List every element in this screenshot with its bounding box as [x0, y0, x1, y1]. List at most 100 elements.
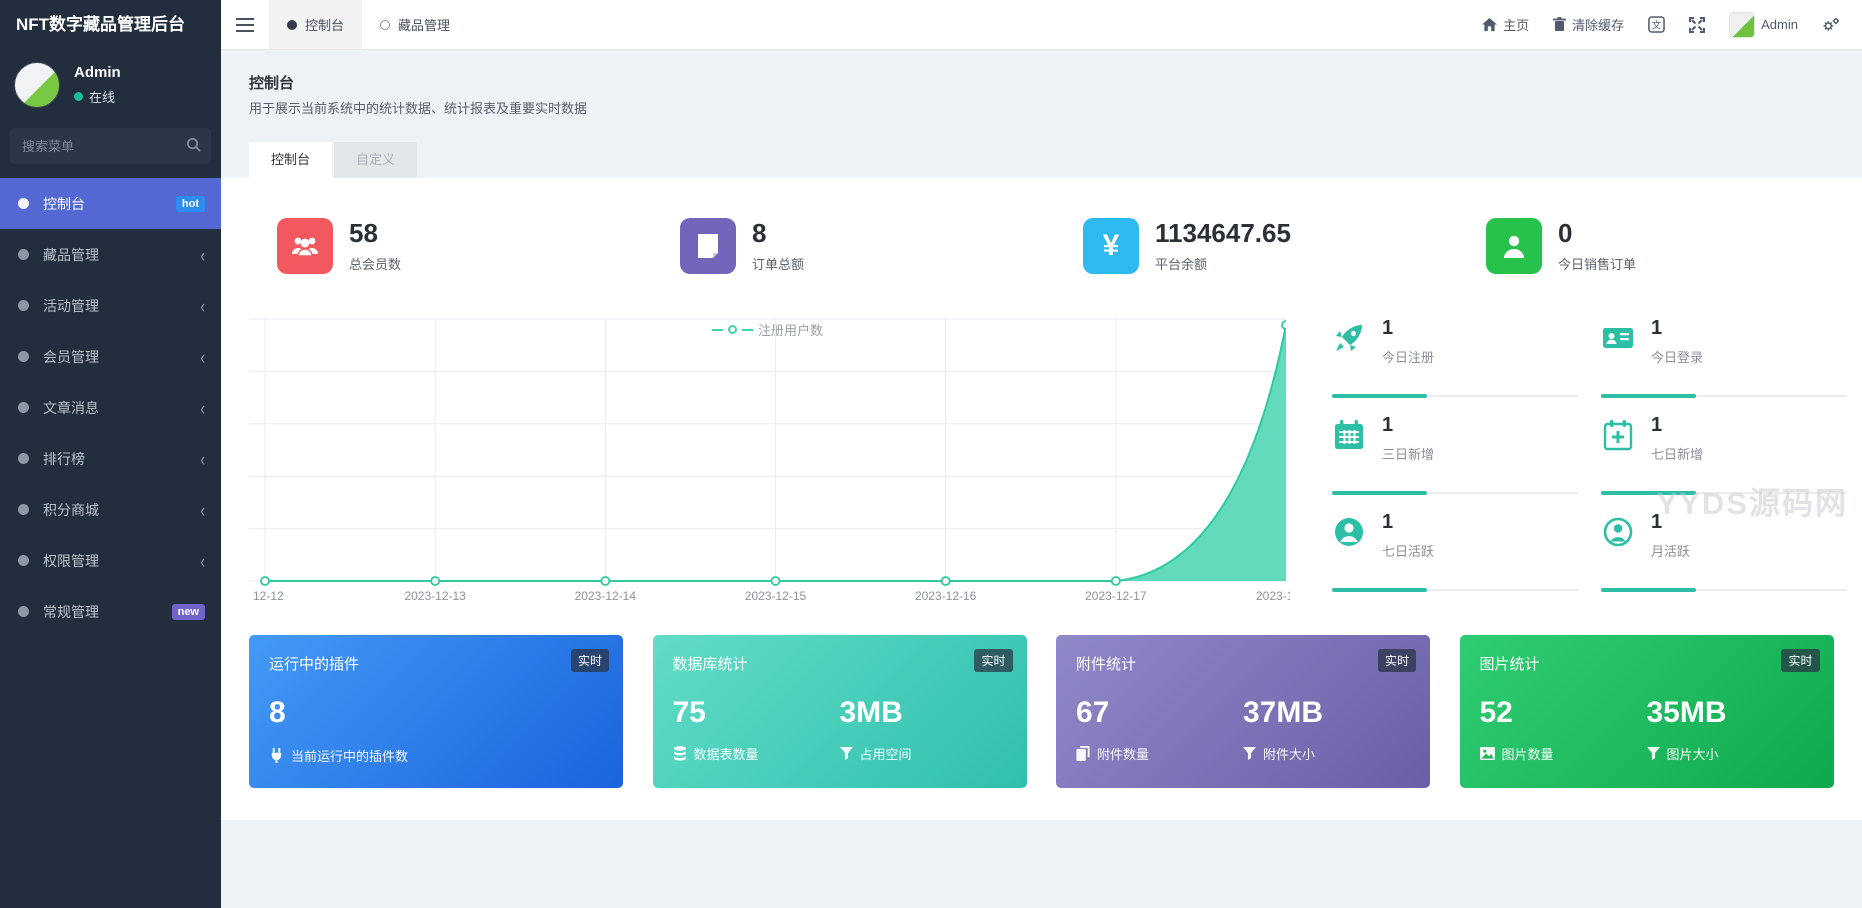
user-icon [1486, 218, 1542, 274]
x-axis-label: 2023-12-13 [404, 589, 466, 603]
hamburger-icon [236, 17, 254, 32]
menu-search-input[interactable] [10, 128, 211, 164]
topbar-username: Admin [1761, 17, 1798, 32]
sidebar-item-members[interactable]: 会员管理 ‹ [0, 331, 221, 382]
mini-label: 今日登录 [1651, 350, 1704, 365]
card-value: 8 [269, 696, 286, 729]
mini-stat-seven-day-active: 1 七日活跃 [1332, 511, 1578, 592]
chevron-left-icon: ‹ [200, 243, 205, 266]
mini-label: 七日活跃 [1382, 544, 1435, 559]
card-value: 35MB [1646, 696, 1727, 729]
user-circle-icon [1601, 515, 1637, 551]
tab-dot-icon [380, 19, 391, 30]
card-title: 数据库统计 [672, 656, 748, 673]
registrations-chart: 注册用户数 12-12 2023-12-13 2023-12-14 2023-12-1… [249, 315, 1290, 607]
bullet-icon [18, 453, 29, 464]
users-icon [277, 218, 333, 274]
yen-icon: ¥ [1083, 218, 1139, 274]
stat-value: 1134647.65 [1155, 217, 1291, 248]
stat-platform-balance: ¥ 1134647.65 平台余额 [1083, 218, 1291, 274]
rocket-icon [1332, 321, 1368, 357]
mini-label: 今日注册 [1382, 350, 1435, 365]
topbar-tab-console[interactable]: 控制台 [269, 0, 363, 49]
mini-label: 七日新增 [1651, 447, 1704, 462]
clear-cache-button[interactable]: 清除缓存 [1553, 15, 1624, 34]
stat-today-sales: 0 今日销售订单 [1486, 218, 1636, 274]
tab-custom[interactable]: 自定义 [334, 142, 418, 178]
x-axis-label: 2023-12- [1256, 589, 1290, 603]
card-title: 图片统计 [1479, 656, 1540, 673]
card-footer-label: 图片数量 [1501, 747, 1554, 762]
user-menu[interactable]: Admin [1729, 11, 1798, 38]
mini-value: 1 [1382, 317, 1394, 339]
chevron-left-icon: ‹ [200, 498, 205, 521]
app-root: NFT数字藏品管理后台 Admin 在线 控制台 hot [0, 0, 1862, 908]
stat-value: 0 [1558, 217, 1573, 248]
menu-toggle-button[interactable] [221, 0, 269, 49]
gears-icon [1823, 17, 1839, 31]
chevron-left-icon: ‹ [200, 396, 205, 419]
card-footer-label: 当前运行中的插件数 [291, 749, 409, 764]
bullet-icon [18, 351, 29, 362]
images-card: 图片统计 实时 52 图片数量 35MB 图片大小 [1459, 635, 1834, 788]
sidebar-item-collections[interactable]: 藏品管理 ‹ [0, 229, 221, 280]
new-badge: new [171, 603, 205, 620]
search-icon [186, 137, 201, 152]
bullet-icon [18, 198, 29, 209]
language-icon: 文 [1648, 16, 1665, 33]
x-axis-label: 2023-12-15 [744, 589, 807, 603]
accent-underline [1332, 394, 1578, 398]
mini-value: 1 [1651, 414, 1663, 436]
tab-console[interactable]: 控制台 [249, 142, 333, 178]
calendar-plus-icon [1601, 418, 1637, 454]
bullet-icon [18, 555, 29, 566]
home-icon [1482, 17, 1498, 31]
fullscreen-button[interactable] [1689, 16, 1706, 33]
sidebar-item-ranking[interactable]: 排行榜 ‹ [0, 433, 221, 484]
card-footer-label: 附件数量 [1097, 747, 1150, 762]
user-profile[interactable]: Admin 在线 [0, 50, 221, 122]
mini-stat-today-register: 1 今日注册 [1332, 317, 1578, 398]
sidebar-item-console[interactable]: 控制台 hot [0, 178, 221, 229]
chevron-left-icon: ‹ [200, 447, 205, 470]
sidebar: NFT数字藏品管理后台 Admin 在线 控制台 hot [0, 0, 221, 908]
realtime-badge: 实时 [1377, 649, 1416, 672]
topbar: 控制台 藏品管理 主页 清除缓存 文 Admin [221, 0, 1862, 50]
order-icon [680, 218, 736, 274]
trash-icon [1553, 17, 1567, 31]
user-name: Admin [74, 64, 121, 81]
sidebar-item-points-mall[interactable]: 积分商城 ‹ [0, 484, 221, 535]
bullet-icon [18, 504, 29, 515]
home-button[interactable]: 主页 [1482, 15, 1529, 34]
chevron-left-icon: ‹ [200, 345, 205, 368]
bullet-icon [18, 606, 29, 617]
online-dot-icon [74, 92, 83, 101]
page-subtitle: 用于展示当前系统中的统计数据、统计报表及重要实时数据 [249, 101, 588, 116]
filter-icon [1646, 747, 1660, 760]
bullet-icon [18, 300, 29, 311]
card-footer-label: 图片大小 [1666, 747, 1719, 762]
topbar-tab-collections[interactable]: 藏品管理 [362, 0, 468, 49]
x-axis-label: 2023-12-14 [574, 589, 637, 603]
card-value: 37MB [1243, 696, 1324, 729]
bullet-icon [18, 249, 29, 260]
hot-badge: hot [175, 195, 205, 212]
mini-value: 1 [1382, 511, 1394, 533]
language-button[interactable]: 文 [1648, 16, 1665, 33]
accent-underline [1332, 588, 1578, 592]
sidebar-item-activities[interactable]: 活动管理 ‹ [0, 280, 221, 331]
card-value: 75 [672, 696, 706, 729]
mini-stat-monthly-active: 1 月活跃 [1601, 511, 1847, 592]
sidebar-item-permissions[interactable]: 权限管理 ‹ [0, 535, 221, 586]
page-title: 控制台 [249, 75, 295, 92]
card-footer-label: 附件大小 [1263, 747, 1316, 762]
sidebar-item-general[interactable]: 常规管理 new [0, 586, 221, 637]
user-status: 在线 [74, 87, 121, 106]
user-filled-icon [1332, 515, 1368, 551]
avatar[interactable] [14, 62, 60, 108]
settings-button[interactable] [1822, 17, 1840, 33]
plugins-card: 运行中的插件 实时 8 当前运行中的插件数 [249, 635, 623, 788]
mini-label: 月活跃 [1651, 544, 1691, 559]
mini-stat-three-day-new: 1 三日新增 [1332, 414, 1578, 495]
sidebar-item-articles[interactable]: 文章消息 ‹ [0, 382, 221, 433]
